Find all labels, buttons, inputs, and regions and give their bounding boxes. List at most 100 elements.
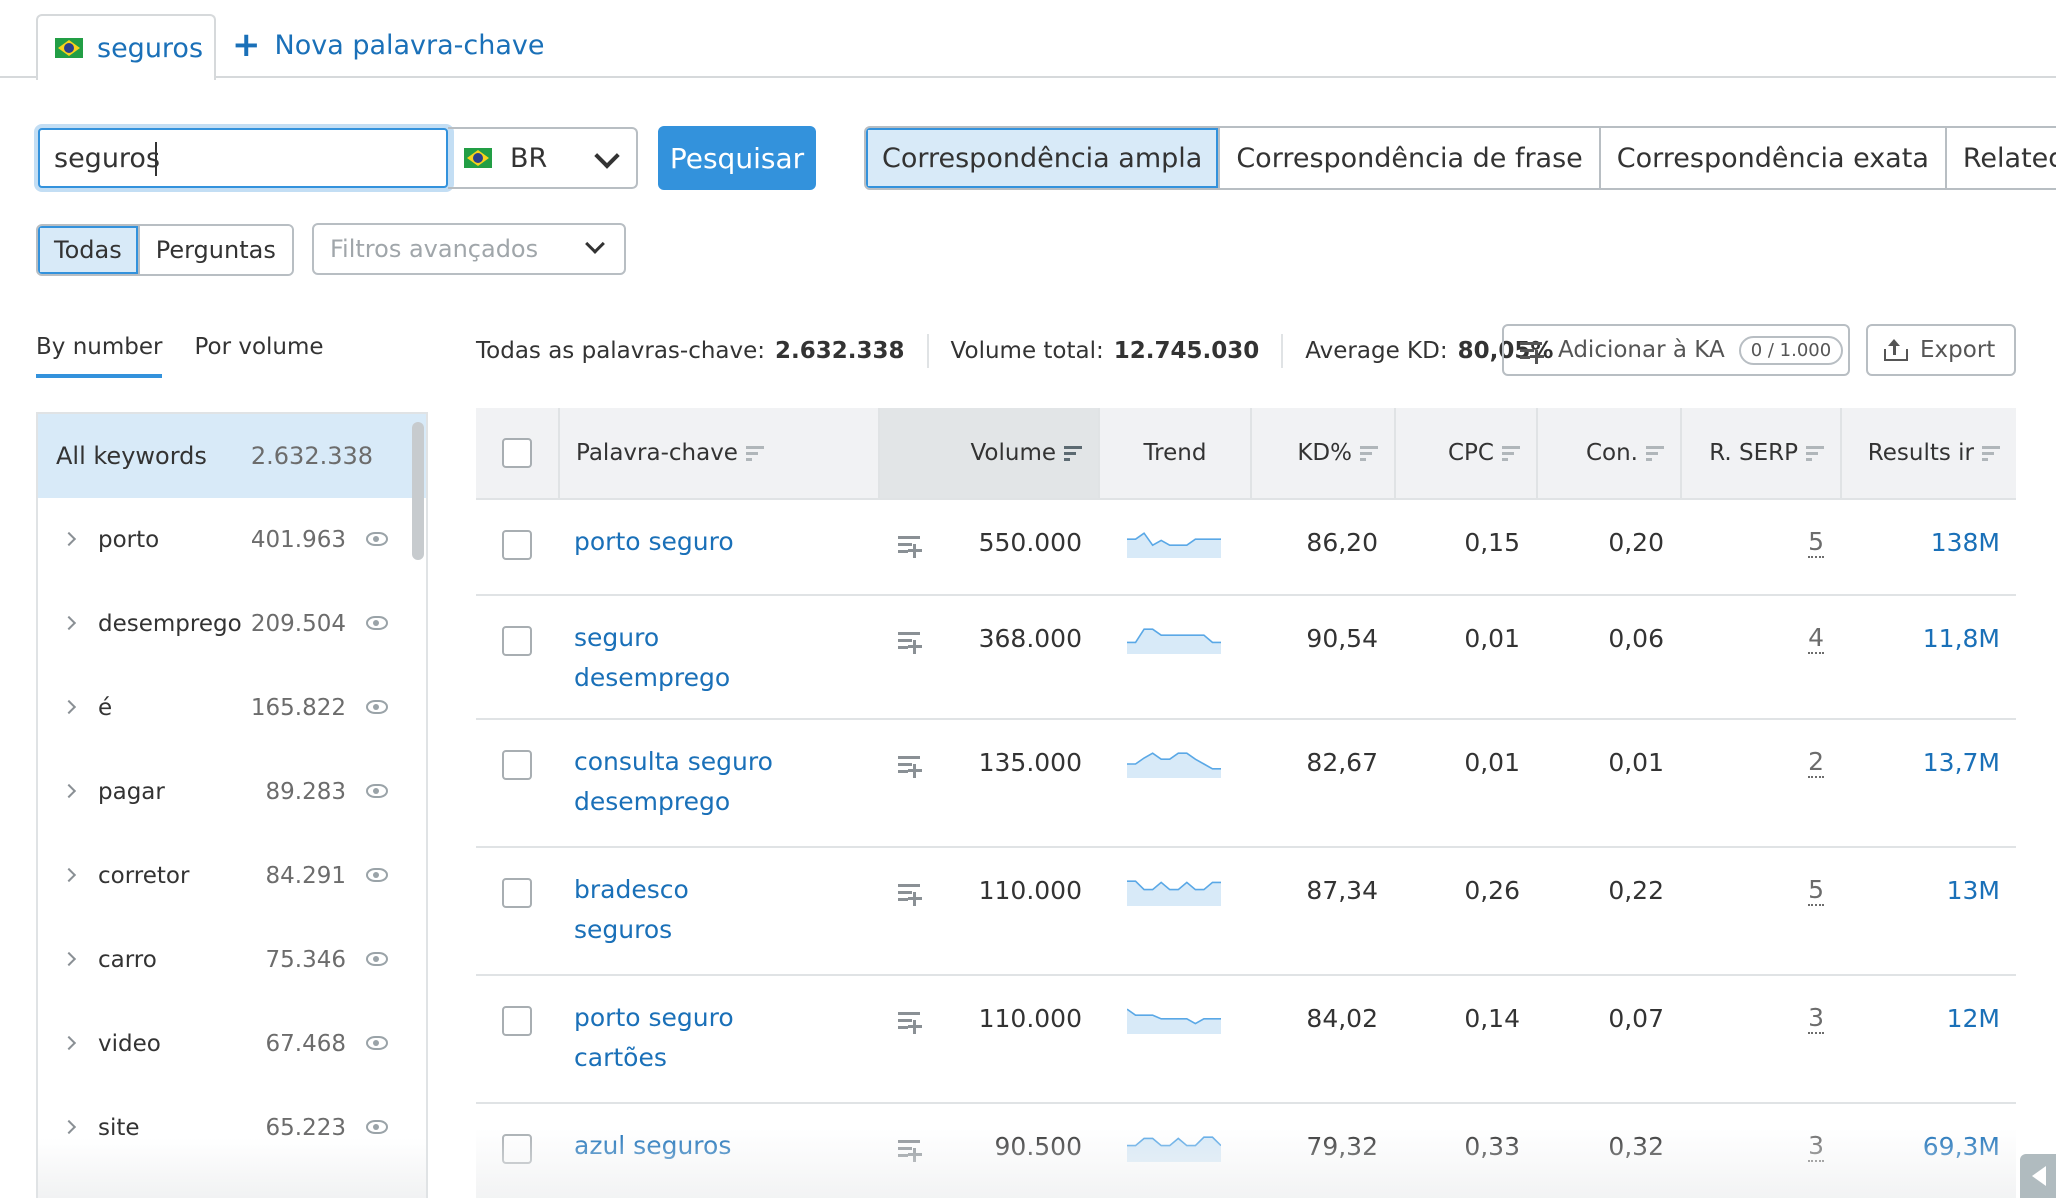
filter-questions-button[interactable]: Perguntas bbox=[137, 226, 292, 274]
competition-cell: 0,01 bbox=[1608, 748, 1664, 777]
group-item[interactable]: porto 401.963 bbox=[38, 498, 426, 582]
group-item[interactable]: pagar 89.283 bbox=[38, 750, 426, 834]
chevron-right-icon[interactable] bbox=[61, 699, 77, 715]
search-button[interactable]: Pesquisar bbox=[658, 126, 816, 190]
search-input[interactable] bbox=[38, 128, 448, 188]
header-volume[interactable]: Volume bbox=[878, 408, 1098, 498]
serp-cell: 3 bbox=[1680, 976, 1840, 1102]
group-name: porto bbox=[98, 527, 160, 553]
header-kd[interactable]: KD% bbox=[1250, 408, 1394, 498]
add-to-list-icon[interactable] bbox=[898, 534, 922, 558]
keyword-link[interactable]: porto seguro bbox=[574, 522, 734, 562]
question-filter-group: Todas Perguntas bbox=[36, 224, 294, 276]
export-button[interactable]: Export bbox=[1866, 324, 2016, 376]
results-link[interactable]: 13,7M bbox=[1923, 748, 2000, 777]
match-phrase-button[interactable]: Correspondência de frase bbox=[1218, 128, 1599, 188]
header-serp-features[interactable]: R. SERP bbox=[1680, 408, 1840, 498]
trend-sparkline bbox=[1127, 532, 1221, 558]
new-keyword-button[interactable]: + Nova palavra-chave bbox=[232, 28, 545, 62]
table-row: porto seguro cartões 110.000 84,02 0,14 … bbox=[476, 976, 2016, 1104]
tab-by-volume[interactable]: Por volume bbox=[194, 334, 323, 378]
add-to-keyword-analyzer-button[interactable]: Adicionar à KA 0 / 1.000 bbox=[1502, 324, 1850, 376]
advanced-filters-placeholder: Filtros avançados bbox=[330, 235, 539, 263]
tab-seguros[interactable]: seguros bbox=[36, 14, 216, 80]
row-checkbox[interactable] bbox=[502, 530, 532, 560]
row-checkbox[interactable] bbox=[502, 1006, 532, 1036]
results-link[interactable]: 11,8M bbox=[1923, 624, 2000, 653]
header-select-all bbox=[476, 408, 558, 498]
groups-scrollbar[interactable] bbox=[412, 422, 424, 560]
keyword-link[interactable]: seguro desemprego bbox=[574, 618, 794, 698]
group-item[interactable]: é 165.822 bbox=[38, 666, 426, 750]
results-link[interactable]: 12M bbox=[1947, 1004, 2000, 1033]
serp-features-count[interactable]: 5 bbox=[1808, 876, 1824, 906]
eye-icon[interactable] bbox=[366, 784, 388, 798]
keyword-link[interactable]: consulta seguro desemprego bbox=[574, 742, 794, 822]
eye-icon[interactable] bbox=[366, 616, 388, 630]
eye-icon[interactable] bbox=[366, 1120, 388, 1134]
group-count: 401.963 bbox=[250, 527, 346, 553]
serp-features-count[interactable]: 2 bbox=[1808, 748, 1824, 778]
results-cell: 13,7M bbox=[1840, 720, 2016, 846]
header-keyword[interactable]: Palavra-chave bbox=[558, 408, 878, 498]
table-row: bradesco seguros 110.000 87,34 0,26 0,22… bbox=[476, 848, 2016, 976]
results-link[interactable]: 69,3M bbox=[1923, 1132, 2000, 1161]
group-item[interactable]: corretor 84.291 bbox=[38, 834, 426, 918]
chevron-right-icon[interactable] bbox=[61, 951, 77, 967]
keyword-cell: azul seguros bbox=[558, 1104, 922, 1198]
serp-features-count[interactable]: 3 bbox=[1808, 1004, 1824, 1034]
advanced-filters-dropdown[interactable]: Filtros avançados bbox=[312, 223, 626, 275]
eye-icon[interactable] bbox=[366, 700, 388, 714]
chevron-right-icon[interactable] bbox=[61, 1119, 77, 1135]
tab-by-number[interactable]: By number bbox=[36, 334, 163, 378]
serp-features-count[interactable]: 5 bbox=[1808, 528, 1824, 558]
row-checkbox[interactable] bbox=[502, 1134, 532, 1164]
keyword-link[interactable]: azul seguros bbox=[574, 1126, 731, 1166]
trend-sparkline bbox=[1127, 1136, 1221, 1162]
eye-icon[interactable] bbox=[366, 868, 388, 882]
chevron-right-icon[interactable] bbox=[61, 615, 77, 631]
eye-icon[interactable] bbox=[366, 952, 388, 966]
add-to-list-icon[interactable] bbox=[898, 1010, 922, 1034]
match-broad-button[interactable]: Correspondência ampla bbox=[866, 128, 1219, 188]
group-item[interactable]: video 67.468 bbox=[38, 1002, 426, 1086]
match-exact-button[interactable]: Correspondência exata bbox=[1598, 128, 1945, 188]
header-label: CPC bbox=[1448, 440, 1494, 466]
serp-features-count[interactable]: 3 bbox=[1808, 1132, 1824, 1162]
group-count: 165.822 bbox=[250, 695, 346, 721]
row-checkbox[interactable] bbox=[502, 878, 532, 908]
keyword-cell: bradesco seguros bbox=[558, 848, 922, 974]
add-to-list-icon[interactable] bbox=[898, 1138, 922, 1162]
add-to-list-icon[interactable] bbox=[898, 882, 922, 906]
row-checkbox[interactable] bbox=[502, 626, 532, 656]
header-cpc[interactable]: CPC bbox=[1394, 408, 1536, 498]
row-checkbox[interactable] bbox=[502, 750, 532, 780]
group-item[interactable]: site 65.223 bbox=[38, 1086, 426, 1170]
serp-features-count[interactable]: 4 bbox=[1808, 624, 1824, 654]
group-item[interactable]: desemprego 209.504 bbox=[38, 582, 426, 666]
add-to-list-icon[interactable] bbox=[898, 754, 922, 778]
results-link[interactable]: 13M bbox=[1947, 876, 2000, 905]
add-to-list-icon[interactable] bbox=[898, 630, 922, 654]
row-select-cell bbox=[476, 720, 558, 846]
chevron-right-icon[interactable] bbox=[61, 867, 77, 883]
header-competition[interactable]: Con. bbox=[1536, 408, 1680, 498]
keyword-cell: seguro desemprego bbox=[558, 596, 922, 718]
eye-icon[interactable] bbox=[366, 532, 388, 546]
keyword-link[interactable]: bradesco seguros bbox=[574, 870, 794, 950]
header-results[interactable]: Results ir bbox=[1840, 408, 2016, 498]
add-to-list-icon bbox=[1520, 340, 1544, 364]
country-select[interactable]: BR bbox=[448, 127, 638, 189]
results-link[interactable]: 138M bbox=[1931, 528, 2000, 557]
keyword-link[interactable]: porto seguro cartões bbox=[574, 998, 794, 1078]
match-related-button[interactable]: Related bbox=[1944, 128, 2056, 188]
chevron-right-icon[interactable] bbox=[61, 531, 77, 547]
group-all-keywords[interactable]: All keywords 2.632.338 bbox=[38, 414, 426, 498]
group-item[interactable]: carro 75.346 bbox=[38, 918, 426, 1002]
filter-all-button[interactable]: Todas bbox=[38, 226, 138, 274]
feedback-megaphone-icon[interactable] bbox=[2020, 1154, 2056, 1198]
eye-icon[interactable] bbox=[366, 1036, 388, 1050]
select-all-checkbox[interactable] bbox=[502, 438, 532, 468]
chevron-right-icon[interactable] bbox=[61, 1035, 77, 1051]
chevron-right-icon[interactable] bbox=[61, 783, 77, 799]
